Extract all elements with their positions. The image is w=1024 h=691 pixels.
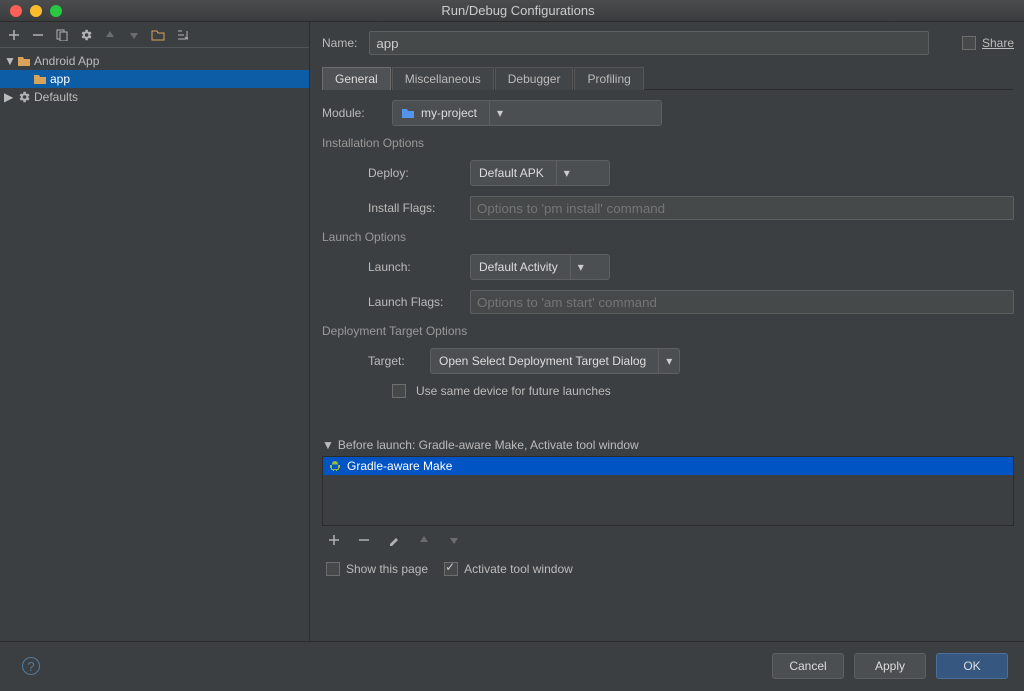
deploy-select[interactable]: Default APK ▾	[470, 160, 610, 186]
launch-value: Default Activity	[479, 260, 558, 274]
launch-flags-input[interactable]	[470, 290, 1014, 314]
target-label: Target:	[368, 354, 420, 368]
config-icon	[32, 73, 48, 85]
launch-label: Launch:	[368, 260, 460, 274]
chevron-down-icon: ▾	[557, 161, 577, 185]
target-value: Open Select Deployment Target Dialog	[439, 354, 646, 368]
copy-configuration-button[interactable]	[54, 27, 70, 43]
name-label: Name:	[322, 36, 357, 50]
expand-icon: ▼	[4, 54, 14, 68]
chevron-down-icon: ▾	[490, 101, 510, 125]
installation-options-header: Installation Options	[322, 136, 1014, 150]
android-app-folder-icon	[16, 55, 32, 67]
module-folder-icon	[401, 107, 415, 119]
same-device-label: Use same device for future launches	[416, 384, 611, 398]
module-value: my-project	[421, 106, 477, 120]
before-launch-item-label: Gradle-aware Make	[347, 459, 452, 473]
tab-debugger[interactable]: Debugger	[495, 67, 574, 90]
show-this-page-label: Show this page	[346, 562, 428, 576]
module-select[interactable]: my-project ▾	[392, 100, 662, 126]
config-tabs: General Miscellaneous Debugger Profiling	[322, 66, 1014, 90]
before-launch-header: Before launch: Gradle-aware Make, Activa…	[338, 438, 639, 452]
zoom-window-button[interactable]	[50, 5, 62, 17]
install-flags-label: Install Flags:	[368, 201, 460, 215]
tree-label: Defaults	[34, 90, 78, 104]
before-launch-item[interactable]: Gradle-aware Make	[323, 457, 1013, 475]
add-configuration-button[interactable]	[6, 27, 22, 43]
android-icon	[329, 460, 341, 472]
defaults-gear-icon	[16, 90, 32, 104]
edit-defaults-button[interactable]	[78, 27, 94, 43]
launch-flags-label: Launch Flags:	[368, 295, 460, 309]
window-titlebar: Run/Debug Configurations	[0, 0, 1024, 22]
sort-button[interactable]	[174, 27, 190, 43]
move-down-button[interactable]	[126, 27, 142, 43]
activate-tool-window-label: Activate tool window	[464, 562, 573, 576]
task-move-down-button[interactable]	[446, 532, 462, 548]
add-task-button[interactable]	[326, 532, 342, 548]
target-select[interactable]: Open Select Deployment Target Dialog ▾	[430, 348, 680, 374]
chevron-down-icon: ▾	[659, 349, 679, 373]
same-device-checkbox[interactable]	[392, 384, 406, 398]
module-label: Module:	[322, 106, 382, 120]
tree-folder-defaults[interactable]: ▶ Defaults	[0, 88, 309, 106]
share-checkbox[interactable]	[962, 36, 976, 50]
tab-profiling[interactable]: Profiling	[574, 67, 643, 90]
name-input[interactable]	[369, 31, 929, 55]
tab-general[interactable]: General	[322, 67, 391, 90]
apply-button[interactable]: Apply	[854, 653, 926, 679]
tree-folder-android-app[interactable]: ▼ Android App	[0, 52, 309, 70]
tab-miscellaneous[interactable]: Miscellaneous	[392, 67, 494, 90]
tree-item-app[interactable]: app	[0, 70, 309, 88]
show-this-page-checkbox[interactable]	[326, 562, 340, 576]
deploy-value: Default APK	[479, 166, 544, 180]
launch-select[interactable]: Default Activity ▾	[470, 254, 610, 280]
help-button[interactable]: ?	[22, 657, 40, 675]
window-title: Run/Debug Configurations	[62, 3, 1024, 18]
remove-configuration-button[interactable]	[30, 27, 46, 43]
edit-task-button[interactable]	[386, 532, 402, 548]
move-up-button[interactable]	[102, 27, 118, 43]
tree-label: app	[50, 72, 70, 86]
side-toolbar	[0, 22, 309, 48]
activate-tool-window-checkbox[interactable]	[444, 562, 458, 576]
chevron-down-icon: ▾	[571, 255, 591, 279]
remove-task-button[interactable]	[356, 532, 372, 548]
before-launch-toolbar	[322, 526, 1014, 554]
minimize-window-button[interactable]	[30, 5, 42, 17]
configurations-tree[interactable]: ▼ Android App app ▶	[0, 48, 309, 110]
configuration-form: Name: Share General Miscellaneous Debugg…	[310, 22, 1024, 641]
task-move-up-button[interactable]	[416, 532, 432, 548]
before-launch-list[interactable]: Gradle-aware Make	[322, 456, 1014, 526]
cancel-button[interactable]: Cancel	[772, 653, 844, 679]
configurations-side-panel: ▼ Android App app ▶	[0, 22, 310, 641]
launch-options-header: Launch Options	[322, 230, 1014, 244]
dialog-footer: ? Cancel Apply OK	[0, 642, 1024, 690]
tree-label: Android App	[34, 54, 99, 68]
deployment-target-header: Deployment Target Options	[322, 324, 1014, 338]
collapse-icon[interactable]: ▼	[322, 438, 334, 452]
ok-button[interactable]: OK	[936, 653, 1008, 679]
folder-button[interactable]	[150, 27, 166, 43]
collapse-icon: ▶	[4, 90, 14, 104]
share-link[interactable]: Share	[982, 36, 1014, 50]
install-flags-input[interactable]	[470, 196, 1014, 220]
close-window-button[interactable]	[10, 5, 22, 17]
deploy-label: Deploy:	[368, 166, 460, 180]
